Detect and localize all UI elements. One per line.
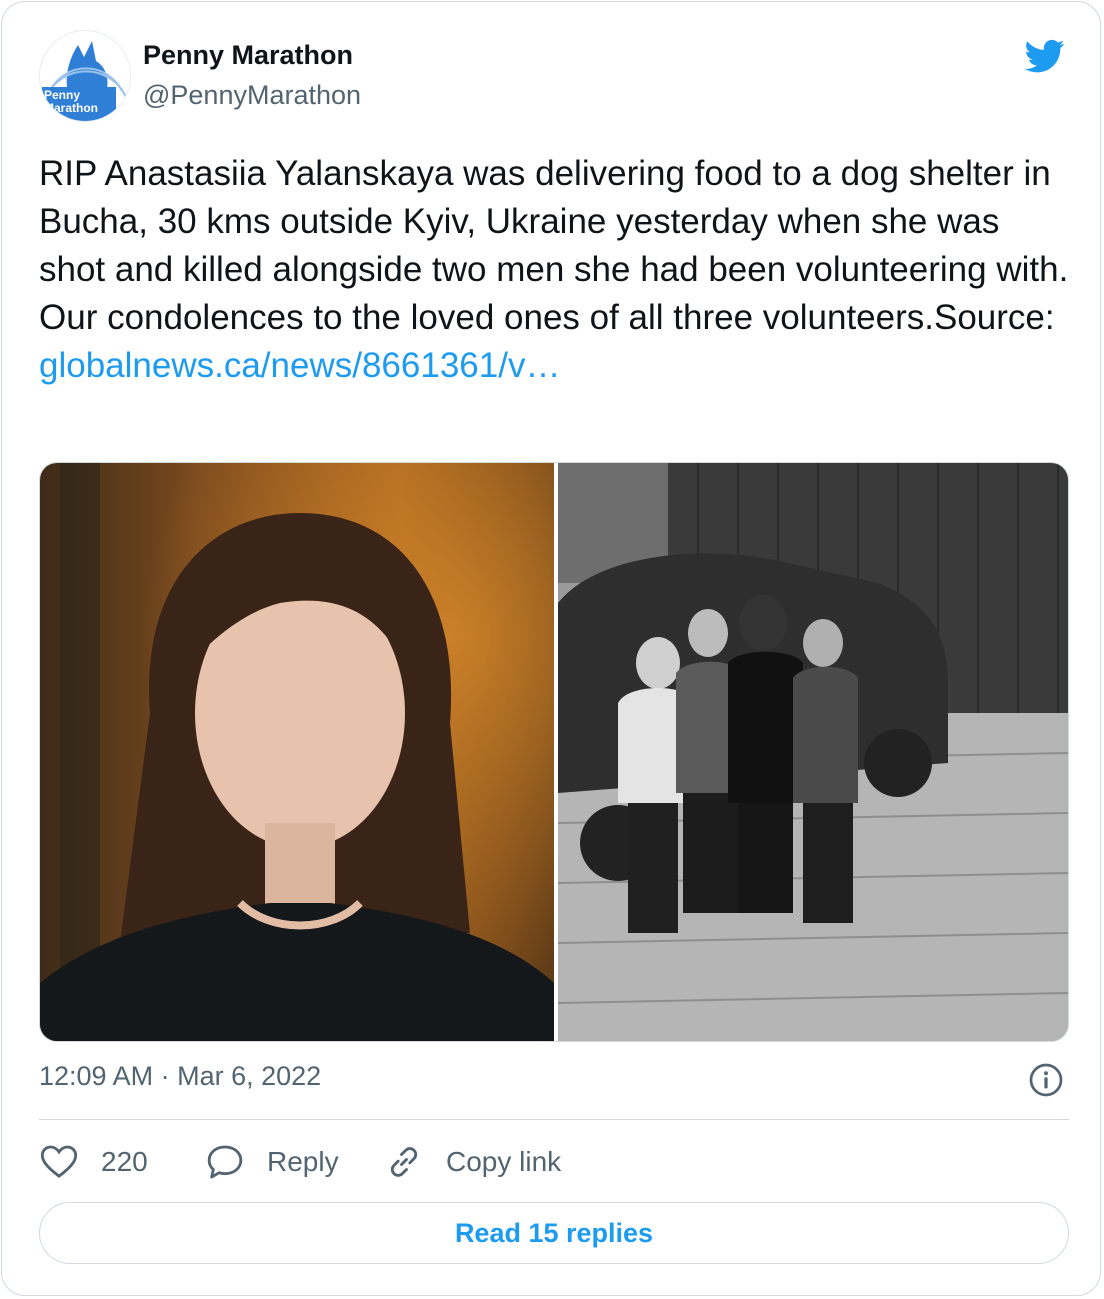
like-count: 220: [101, 1146, 148, 1177]
copy-link-label: Copy link: [446, 1146, 562, 1177]
copy-link-button[interactable]: Copy link: [384, 1137, 561, 1187]
tweet-card: Penny Marathon Penny Marathon @PennyMara…: [1, 1, 1101, 1296]
author-handle[interactable]: @PennyMarathon: [143, 80, 361, 111]
link-icon: [390, 1147, 418, 1177]
reply-label: Reply: [267, 1146, 339, 1177]
tweet-timestamp[interactable]: 12:09 AM · Mar 6, 2022: [39, 1061, 321, 1092]
photo-portrait[interactable]: [40, 463, 554, 1042]
tweet-text-block: RIP Anastasiia Yalanskaya was delivering…: [39, 150, 1069, 390]
like-button[interactable]: 220: [39, 1137, 148, 1187]
avatar[interactable]: Penny Marathon: [39, 30, 131, 122]
photo-group[interactable]: [558, 463, 1069, 1042]
tweet-media[interactable]: [39, 462, 1069, 1042]
divider: [39, 1119, 1069, 1120]
twitter-bird-icon[interactable]: [1021, 36, 1069, 76]
heart-icon: [40, 1145, 78, 1178]
info-icon[interactable]: [1028, 1062, 1064, 1098]
read-replies-button[interactable]: Read 15 replies: [39, 1202, 1069, 1264]
avatar-text: Penny Marathon: [44, 89, 98, 115]
action-bar: 220 Reply Copy link: [39, 1137, 1069, 1187]
author-name[interactable]: Penny Marathon: [143, 40, 353, 71]
tweet-source-link[interactable]: globalnews.ca/news/8661361/v…: [39, 342, 1069, 390]
tweet-text: RIP Anastasiia Yalanskaya was delivering…: [39, 154, 1069, 337]
speech-bubble-icon: [207, 1145, 243, 1179]
reply-button[interactable]: Reply: [205, 1137, 339, 1187]
